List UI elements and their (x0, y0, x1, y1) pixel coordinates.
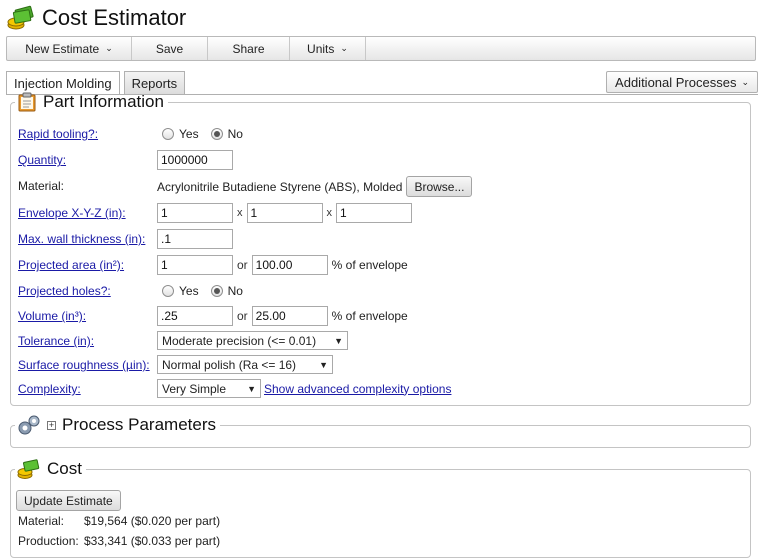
projected-holes-group: Yes No (162, 284, 243, 298)
projected-holes-yes-radio[interactable] (162, 285, 174, 297)
process-parameters-panel: + Process Parameters (10, 414, 751, 448)
expand-process-parameters-icon[interactable]: + (47, 420, 56, 430)
surface-roughness-value: Normal polish (Ra <= 16) (162, 357, 297, 372)
tab-label: Reports (131, 75, 178, 91)
dropdown-arrow-icon: ▼ (334, 335, 343, 346)
envelope-separator: x (237, 207, 243, 219)
part-information-legend: Part Information (15, 92, 168, 112)
projected-holes-yes-label: Yes (179, 284, 199, 298)
rapid-tooling-label[interactable]: Rapid tooling?: (18, 127, 98, 141)
cost-line-value: $19,564 ($0.020 per part) (84, 514, 221, 528)
dollar-coins-icon (7, 5, 34, 30)
chevron-down-icon: ⌄ (105, 43, 113, 53)
dropdown-arrow-icon: ▼ (247, 383, 256, 394)
projected-holes-no-radio[interactable] (210, 285, 223, 297)
envelope-x-input[interactable] (157, 203, 233, 223)
envelope-z-input[interactable] (336, 203, 412, 223)
projected-area-input[interactable] (157, 255, 233, 275)
complexity-label[interactable]: Complexity: (18, 382, 81, 396)
volume-label[interactable]: Volume (in³): (18, 309, 86, 323)
tolerance-select[interactable]: Moderate precision (<= 0.01) ▼ (157, 331, 348, 350)
quantity-control (157, 150, 233, 170)
envelope-control: x x (157, 203, 412, 223)
tolerance-label[interactable]: Tolerance (in): (18, 334, 94, 348)
cost-line-material: Material: $19,564 ($0.020 per part) (18, 514, 220, 528)
volume-input[interactable] (157, 306, 233, 326)
process-parameters-title: Process Parameters (62, 415, 216, 434)
cost-title: Cost (47, 459, 82, 478)
rapid-tooling-yes-label: Yes (179, 127, 199, 141)
additional-processes-button[interactable]: Additional Processes ⌄ (606, 71, 758, 93)
save-label: Save (155, 41, 184, 56)
part-information-title: Part Information (43, 92, 164, 111)
percent-of-envelope-label: % of envelope (331, 258, 408, 272)
surface-roughness-select[interactable]: Normal polish (Ra <= 16) ▼ (157, 355, 333, 374)
surface-roughness-label[interactable]: Surface roughness (µin): (18, 358, 150, 372)
clipboard-icon (18, 92, 36, 112)
rapid-tooling-no-label: No (227, 127, 243, 141)
envelope-y-input[interactable] (246, 203, 323, 223)
material-control: Acrylonitrile Butadiene Styrene (ABS), M… (157, 176, 473, 197)
main-toolbar: New Estimate ⌄ Save Share Units ⌄ (6, 36, 756, 61)
rapid-tooling-no-radio[interactable] (210, 128, 223, 140)
cost-line-value: $33,341 ($0.033 per part) (84, 534, 221, 548)
projected-area-label[interactable]: Projected area (in²): (18, 258, 124, 272)
app-header: Cost Estimator (6, 2, 186, 34)
rapid-tooling-group: Yes No (162, 127, 243, 141)
tab-reports[interactable]: Reports (123, 71, 186, 94)
or-label: or (237, 309, 248, 323)
rapid-tooling-yes-radio[interactable] (162, 128, 174, 140)
envelope-label[interactable]: Envelope X-Y-Z (in): (18, 206, 126, 220)
projected-area-control: or % of envelope (157, 255, 408, 275)
advanced-complexity-link[interactable]: Show advanced complexity options (264, 382, 451, 396)
percent-of-envelope-label: % of envelope (331, 309, 408, 323)
projected-holes-no-label: No (227, 284, 243, 298)
envelope-separator: x (326, 207, 333, 219)
units-button[interactable]: Units ⌄ (290, 37, 366, 60)
or-label: or (237, 258, 248, 272)
wall-thickness-input[interactable] (157, 229, 233, 249)
browse-button[interactable]: Browse... (406, 176, 473, 197)
surface-roughness-control: Normal polish (Ra <= 16) ▼ (157, 355, 333, 374)
projected-area-percent-input[interactable] (251, 255, 328, 275)
volume-percent-input[interactable] (251, 306, 328, 326)
process-parameters-legend: + Process Parameters (15, 414, 220, 436)
dropdown-arrow-icon: ▼ (319, 359, 328, 370)
new-estimate-label: New Estimate (25, 41, 100, 56)
chevron-down-icon: ⌄ (340, 43, 348, 53)
tolerance-control: Moderate precision (<= 0.01) ▼ (157, 331, 348, 350)
complexity-control: Very Simple ▼ Show advanced complexity o… (157, 379, 451, 398)
wall-thickness-control (157, 229, 233, 249)
material-label: Material: (18, 179, 65, 193)
gears-icon (18, 415, 40, 435)
cost-legend: Cost (15, 458, 86, 480)
quantity-label[interactable]: Quantity: (18, 153, 66, 167)
share-button[interactable]: Share (208, 37, 290, 60)
additional-processes-label: Additional Processes (615, 74, 737, 90)
quantity-input[interactable] (157, 150, 233, 170)
cost-line-label: Material: (18, 514, 65, 528)
tolerance-value: Moderate precision (<= 0.01) (162, 333, 317, 348)
share-label: Share (232, 41, 265, 56)
units-label: Units (307, 41, 335, 56)
volume-control: or % of envelope (157, 306, 408, 326)
chevron-down-icon: ⌄ (741, 76, 749, 87)
cost-line-production: Production: $33,341 ($0.033 per part) (18, 534, 220, 548)
cost-line-label: Production: (18, 534, 79, 548)
app-title: Cost Estimator (42, 5, 187, 30)
projected-holes-label[interactable]: Projected holes?: (18, 284, 111, 298)
wall-thickness-label[interactable]: Max. wall thickness (in): (18, 232, 145, 246)
dollar-coins-icon (17, 459, 40, 479)
complexity-select[interactable]: Very Simple ▼ (157, 379, 261, 398)
tab-label: Injection Molding (14, 76, 112, 91)
complexity-value: Very Simple (162, 381, 227, 396)
save-button[interactable]: Save (132, 37, 208, 60)
update-estimate-button[interactable]: Update Estimate (16, 490, 121, 511)
material-value: Acrylonitrile Butadiene Styrene (ABS), M… (157, 179, 403, 194)
new-estimate-button[interactable]: New Estimate ⌄ (7, 37, 132, 60)
